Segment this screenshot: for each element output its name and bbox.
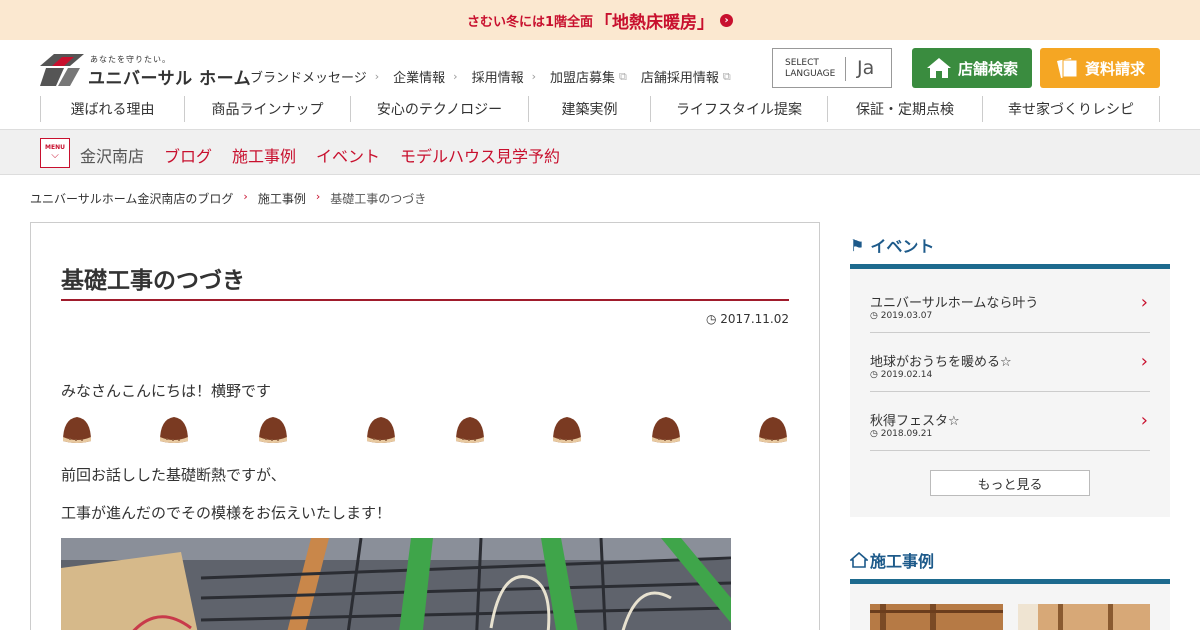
chevron-right-icon: ›: [453, 70, 458, 83]
chevron-right-icon: ›: [720, 13, 734, 27]
works-thumbnail[interactable]: [870, 604, 1003, 630]
clock-icon: ◷: [705, 312, 717, 326]
main-nav-recipe[interactable]: 幸せ家づくりレシピ: [982, 96, 1160, 122]
external-link-icon: ⧉: [722, 69, 731, 83]
store-link-model-house[interactable]: モデルハウス見学予約: [400, 143, 560, 167]
works-thumbnail-illustration: [1018, 604, 1150, 630]
works-thumbnail-illustration: [870, 604, 1003, 630]
events-box: ユニバーサルホームなら叶う ◷ 2019.03.07 › 地球がおうちを暖める☆…: [850, 269, 1170, 517]
logo-mark-icon: [40, 54, 84, 86]
flag-icon: ⚑: [850, 235, 865, 255]
chevron-right-icon: ›: [374, 70, 380, 83]
construction-photo-illustration: [61, 538, 731, 630]
document-icon: [1056, 58, 1078, 78]
store-name: 金沢南店: [80, 147, 145, 166]
chestnut-icon: [652, 417, 680, 443]
chevron-right-icon: ›: [1140, 410, 1148, 431]
site-header: あなたを守りたい。 ユニバーサル ホーム ブランドメッセージ › 企業情報 › 採用…: [0, 40, 1200, 130]
article-paragraph: みなさんこんにちは！横野です: [61, 382, 272, 400]
store-link-works[interactable]: 施工事例: [232, 143, 296, 167]
event-item[interactable]: 地球がおうちを暖める☆ ◷ 2019.02.14 ›: [870, 333, 1150, 392]
top-nav-recruit[interactable]: 採用情報 ›: [472, 67, 536, 86]
chestnut-icon: [63, 417, 91, 443]
main-nav-warranty[interactable]: 保証・定期点検: [827, 96, 982, 122]
main-nav: 選ばれる理由 商品ラインナップ 安心のテクノロジー 建築実例 ライフスタイル提案…: [40, 96, 1160, 122]
language-label: SELECT LANGUAGE: [785, 58, 836, 79]
promo-banner[interactable]: さむい冬には1階全面 「地熱床暖房」 ›: [0, 0, 1200, 40]
main-nav-technology[interactable]: 安心のテクノロジー: [350, 96, 528, 122]
main-nav-lifestyle[interactable]: ライフスタイル提案: [650, 96, 827, 122]
banner-text-small: さむい冬には1階全面: [466, 14, 594, 30]
language-divider: [845, 57, 846, 81]
language-selector[interactable]: SELECT LANGUAGE Ja: [772, 48, 892, 88]
menu-button[interactable]: MENU ⌵: [40, 138, 70, 168]
chestnut-icon: [367, 417, 395, 443]
chestnut-icon: [259, 417, 287, 443]
event-item[interactable]: 秋得フェスタ☆ ◷ 2018.09.21 ›: [870, 392, 1150, 451]
title-divider: [61, 299, 789, 301]
chestnut-icon: [456, 417, 484, 443]
store-links: ブログ 施工事例 イベント モデルハウス見学予約: [164, 143, 580, 167]
external-link-icon: ⧉: [619, 69, 627, 83]
clock-icon: ◷: [870, 429, 881, 439]
article-paragraph: 前回お話しした基礎断熱ですが、: [61, 466, 286, 484]
house-icon: [850, 552, 868, 568]
article-date: ◷ 2017.11.02: [705, 312, 789, 326]
store-link-blog[interactable]: ブログ: [164, 143, 212, 167]
chestnut-icon: [160, 417, 188, 443]
store-link-events[interactable]: イベント: [316, 143, 380, 167]
main-nav-reasons[interactable]: 選ばれる理由: [40, 96, 184, 122]
logo-name: ユニバーサル ホーム: [88, 69, 252, 89]
language-current: Ja: [857, 57, 875, 79]
article-photo: [61, 538, 731, 630]
breadcrumb: ユニバーサルホーム金沢南店のブログ › 施工事例 › 基礎工事のつづき: [30, 190, 426, 207]
house-icon: [926, 58, 951, 78]
top-nav-company[interactable]: 企業情報 ›: [393, 67, 457, 86]
top-nav-franchise[interactable]: 加盟店募集 ⧉: [550, 67, 627, 87]
logo[interactable]: あなたを守りたい。 ユニバーサル ホーム: [40, 54, 251, 89]
more-events-button[interactable]: もっと見る: [930, 470, 1090, 496]
works-thumbnail[interactable]: [1018, 604, 1150, 630]
banner-text-big: 「地熱床暖房」: [595, 12, 715, 33]
chestnut-icon: [553, 417, 581, 443]
article-paragraph: 工事が進んだのでその模様をお伝えいたします！: [61, 504, 392, 522]
doc-request-button[interactable]: 資料請求: [1040, 48, 1160, 88]
clock-icon: ◷: [870, 370, 881, 380]
top-nav: ブランドメッセージ › 企業情報 › 採用情報 › 加盟店募集 ⧉ 店舗採用情報 ⧉: [250, 67, 745, 87]
top-nav-brand-message[interactable]: ブランドメッセージ ›: [250, 67, 379, 86]
chevron-right-icon: ›: [315, 190, 321, 203]
breadcrumb-item-current: 基礎工事のつづき: [330, 192, 427, 206]
chevron-right-icon: ›: [531, 70, 536, 83]
store-bar: MENU ⌵ 金沢南店 ブログ 施工事例 イベント モデルハウス見学予約: [0, 130, 1200, 175]
breadcrumb-item-works[interactable]: 施工事例: [258, 190, 306, 207]
chevron-right-icon: ›: [1140, 351, 1148, 372]
breadcrumb-item-blog[interactable]: ユニバーサルホーム金沢南店のブログ: [30, 190, 233, 207]
works-box: [850, 584, 1170, 630]
chestnut-icon: [759, 417, 787, 443]
clock-icon: ◷: [870, 311, 881, 321]
chestnut-row: [61, 415, 789, 447]
chevron-down-icon: ⌵: [51, 150, 59, 161]
article: 基礎工事のつづき ◷ 2017.11.02 みなさんこんにちは！横野です 前回お…: [30, 222, 820, 630]
chevron-right-icon: ›: [243, 190, 248, 203]
main-nav-lineup[interactable]: 商品ラインナップ: [184, 96, 350, 122]
store-search-button[interactable]: 店舗検索: [912, 48, 1032, 88]
chevron-right-icon: ›: [1140, 292, 1148, 313]
works-heading: 施工事例: [850, 548, 934, 572]
top-nav-store-recruit[interactable]: 店舗採用情報 ⧉: [641, 67, 731, 87]
events-heading: ⚑ イベント: [850, 235, 935, 257]
article-title: 基礎工事のつづき: [61, 268, 245, 294]
event-item[interactable]: ユニバーサルホームなら叶う ◷ 2019.03.07 ›: [870, 274, 1150, 333]
main-nav-examples[interactable]: 建築実例: [528, 96, 650, 122]
